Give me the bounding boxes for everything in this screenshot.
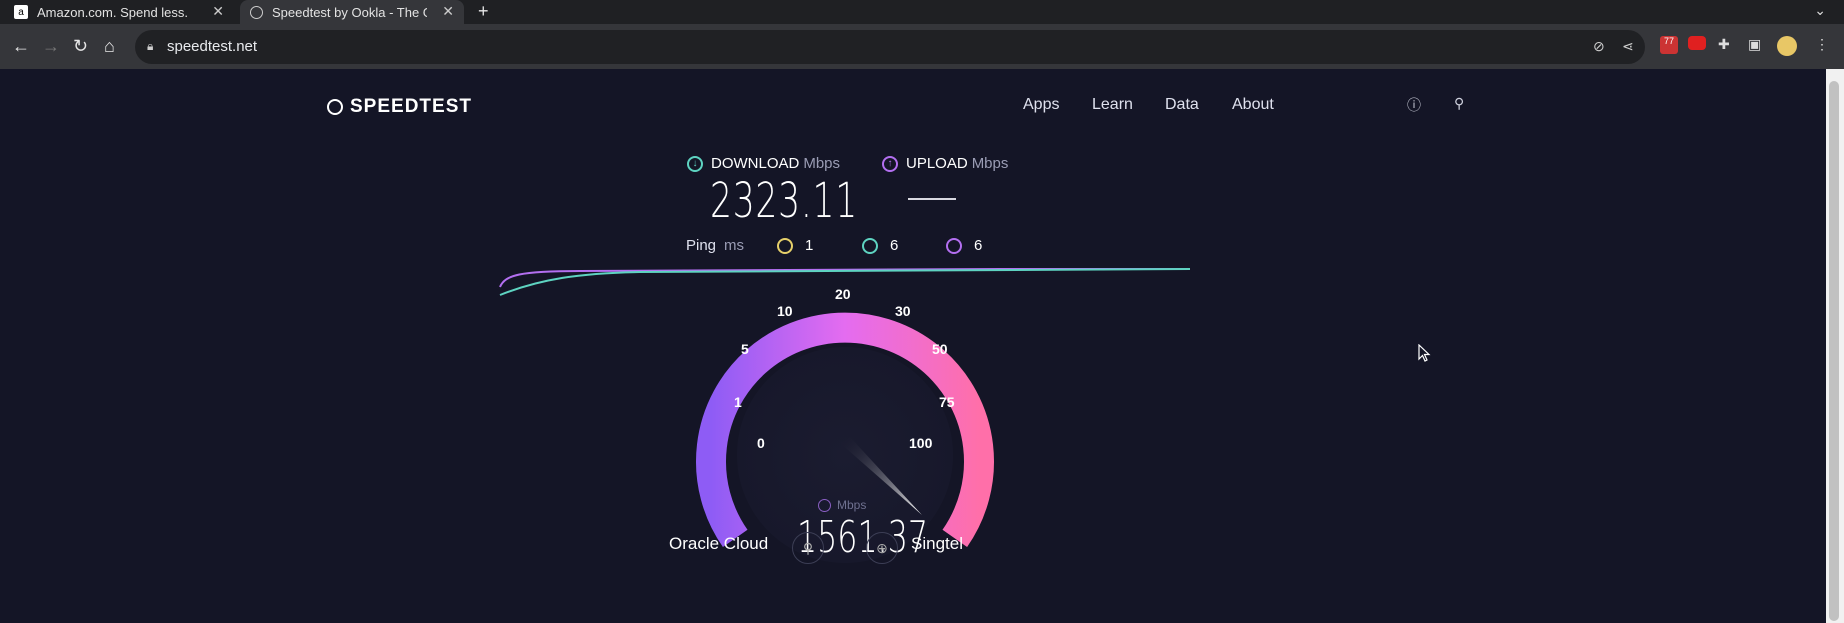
share-icon[interactable]: ⋖ bbox=[1622, 38, 1634, 55]
home-icon[interactable]: ⌂ bbox=[104, 36, 115, 56]
address-bar[interactable]: 🔒︎ speedtest.net ⊘ ⋖ bbox=[135, 30, 1645, 64]
youtube-extension-icon[interactable] bbox=[1688, 36, 1706, 50]
new-tab-icon[interactable]: + bbox=[478, 1, 489, 22]
host-name[interactable]: Singtel bbox=[911, 534, 963, 554]
page-scrollbar[interactable] bbox=[1826, 69, 1844, 623]
mouse-cursor-icon bbox=[1418, 344, 1431, 362]
gauge-tick-100: 100 bbox=[909, 435, 933, 451]
url-text[interactable]: speedtest.net bbox=[167, 38, 257, 55]
gauge-tick-75: 75 bbox=[939, 394, 955, 410]
camera-blocked-icon[interactable]: ⊘ bbox=[1593, 38, 1605, 55]
extension-badge-icon[interactable]: 77 bbox=[1660, 36, 1678, 54]
upload-small-icon bbox=[818, 498, 831, 512]
speedtest-page: SPEEDTEST Apps Learn Data About ⓘ ⚲ ↓ DO… bbox=[0, 69, 1826, 623]
tab-amazon[interactable]: a Amazon.com. Spend less. ✕ bbox=[14, 0, 234, 24]
current-speed-unit: Mbps bbox=[818, 498, 866, 512]
tab-bar: a Amazon.com. Spend less. ✕ Speedtest by… bbox=[0, 0, 1844, 24]
forward-icon[interactable]: → bbox=[42, 36, 60, 56]
speedtest-favicon-icon bbox=[250, 5, 263, 19]
tab-title: Speedtest by Ookla - The Global Broadban… bbox=[272, 4, 427, 20]
isp-name: Oracle Cloud bbox=[669, 534, 769, 553]
browser-menu-icon[interactable]: ⋮ bbox=[1815, 36, 1829, 53]
tab-search-chevron-icon[interactable]: ⌄ bbox=[1814, 2, 1826, 19]
profile-avatar[interactable] bbox=[1777, 36, 1797, 56]
extension-badge-count: 77 bbox=[1663, 36, 1674, 46]
close-tab-icon[interactable]: ✕ bbox=[442, 3, 454, 20]
gauge-tick-10: 10 bbox=[777, 303, 793, 319]
isp-user-icon: ⚲ bbox=[792, 532, 824, 564]
amazon-favicon-icon: a bbox=[14, 5, 28, 19]
back-icon[interactable]: ← bbox=[12, 36, 30, 56]
close-tab-icon[interactable]: ✕ bbox=[212, 3, 224, 20]
gauge-tick-5: 5 bbox=[741, 341, 749, 357]
side-panel-icon[interactable]: ▣ bbox=[1748, 36, 1761, 53]
tab-speedtest[interactable]: Speedtest by Ookla - The Global Broadban… bbox=[240, 0, 464, 24]
globe-icon[interactable]: ⊕ bbox=[866, 532, 898, 564]
scrollbar-thumb[interactable] bbox=[1829, 81, 1839, 621]
tab-title: Amazon.com. Spend less. bbox=[37, 4, 189, 20]
gauge-tick-0: 0 bbox=[757, 435, 765, 451]
lock-icon[interactable]: 🔒︎ bbox=[147, 39, 153, 54]
gauge-tick-1: 1 bbox=[734, 394, 742, 410]
gauge-tick-50: 50 bbox=[932, 341, 948, 357]
reload-icon[interactable]: ↻ bbox=[73, 36, 88, 56]
gauge-tick-20: 20 bbox=[835, 286, 851, 302]
current-unit-text: Mbps bbox=[837, 498, 867, 512]
gauge-tick-30: 30 bbox=[895, 303, 911, 319]
browser-toolbar: ← → ↻ ⌂ 🔒︎ speedtest.net ⊘ ⋖ 77 ✚ ▣ ⋮ bbox=[0, 24, 1844, 69]
extensions-puzzle-icon[interactable]: ✚ bbox=[1718, 36, 1730, 53]
